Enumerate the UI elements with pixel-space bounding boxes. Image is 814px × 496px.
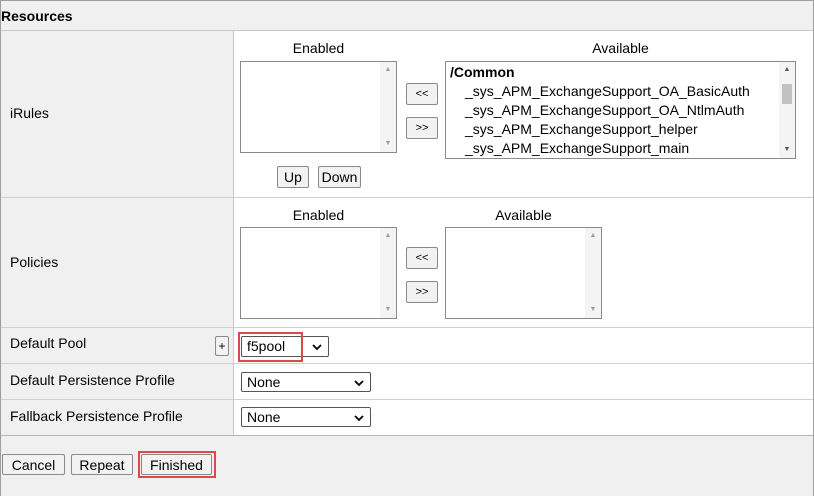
default-persistence-select[interactable]: None [241,372,371,392]
scroll-down-arrow-icon[interactable]: ▼ [779,145,795,155]
irules-available-scrollbar[interactable]: ▲ ▼ [779,62,795,158]
irules-up-button[interactable]: Up [277,166,309,188]
scroll-up-arrow-icon[interactable]: ▲ [380,65,396,75]
row-divider [1,363,813,364]
scroll-up-arrow-icon[interactable]: ▲ [585,231,601,241]
policies-enabled-caption: Enabled [292,207,345,223]
irules-move-right-button[interactable]: >> [406,117,438,139]
cancel-button[interactable]: Cancel [2,454,65,475]
section-header: Resources [1,1,813,31]
scroll-up-arrow-icon[interactable]: ▲ [380,231,396,241]
irules-available-caption: Available [592,40,649,56]
irules-label: iRules [10,105,49,121]
irules-available-list[interactable]: /Common _sys_APM_ExchangeSupport_OA_Basi… [445,61,796,159]
scroll-down-arrow-icon[interactable]: ▼ [380,139,396,149]
scroll-down-arrow-icon[interactable]: ▼ [380,305,396,315]
default-pool-highlight [238,332,303,362]
policies-available-caption: Available [495,207,552,223]
irules-enabled-caption: Enabled [292,40,345,56]
policies-enabled-list[interactable]: ▲ ▼ [240,227,397,319]
row-divider [1,399,813,400]
irules-enabled-list[interactable]: ▲ ▼ [240,61,397,153]
chevron-down-icon [354,380,364,387]
policies-move-right-button[interactable]: >> [406,281,438,303]
policies-move-left-button[interactable]: << [406,247,438,269]
irules-move-left-button[interactable]: << [406,83,438,105]
policies-available-list[interactable]: ▲ ▼ [445,227,602,319]
resources-panel: Resources iRules Enabled Available ▲ ▼ <… [0,0,814,496]
row-divider [1,197,813,198]
default-pool-label: Default Pool [10,335,87,351]
default-persistence-label: Default Persistence Profile [10,372,175,388]
repeat-button[interactable]: Repeat [71,454,133,475]
list-item[interactable]: _sys_APM_ExchangeSupport_main [465,140,689,156]
policies-available-scrollbar[interactable]: ▲ ▼ [585,228,601,318]
chevron-down-icon [354,415,364,422]
list-item[interactable]: _sys_APM_ExchangeSupport_OA_BasicAuth [465,83,750,99]
scrollbar-thumb[interactable] [782,84,792,104]
section-title: Resources [1,8,73,24]
fallback-persistence-label: Fallback Persistence Profile [10,408,183,424]
policies-label: Policies [10,254,59,270]
irules-enabled-scrollbar[interactable]: ▲ ▼ [380,62,396,152]
fallback-persistence-select[interactable]: None [241,407,371,427]
chevron-down-icon [312,344,322,351]
policies-enabled-scrollbar[interactable]: ▲ ▼ [380,228,396,318]
scroll-up-arrow-icon[interactable]: ▲ [779,65,795,75]
default-persistence-value: None [247,374,281,390]
list-item[interactable]: _sys_APM_ExchangeSupport_helper [465,121,698,137]
scroll-down-arrow-icon[interactable]: ▼ [585,305,601,315]
irules-down-button[interactable]: Down [318,166,361,188]
row-divider [1,327,813,328]
fallback-persistence-value: None [247,409,281,425]
list-item[interactable]: _sys_APM_ExchangeSupport_OA_NtlmAuth [465,102,744,118]
list-group-header[interactable]: /Common [450,64,515,80]
add-pool-button[interactable]: + [215,336,229,356]
finished-highlight [138,451,216,478]
